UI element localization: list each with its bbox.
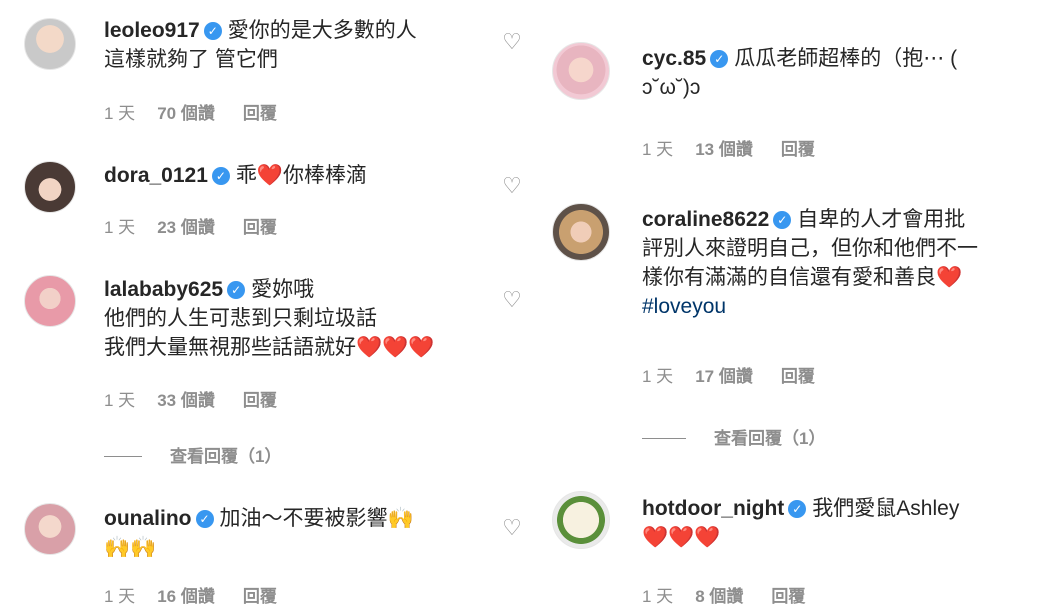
comment-text: 愛妳哦 xyxy=(251,278,315,301)
reply-button[interactable]: 回覆 xyxy=(243,587,277,606)
like-count[interactable]: 13 個讚 xyxy=(695,140,753,159)
like-count[interactable]: 17 個讚 xyxy=(695,367,753,386)
hashtag-link[interactable]: #loveyou xyxy=(642,292,1057,321)
divider xyxy=(104,456,142,457)
like-count[interactable]: 33 個讚 xyxy=(157,391,215,410)
comment-text: 我們愛鼠Ashley xyxy=(812,497,960,520)
comment-text: 我們大量無視那些話語就好❤️❤️❤️ xyxy=(104,336,435,359)
reply-button[interactable]: 回覆 xyxy=(243,104,277,123)
username[interactable]: hotdoor_night xyxy=(642,497,784,520)
username[interactable]: leoleo917 xyxy=(104,19,200,42)
heart-outline-icon[interactable]: ♡ xyxy=(500,288,524,312)
timestamp[interactable]: 1 天 xyxy=(104,104,135,123)
reply-button[interactable]: 回覆 xyxy=(243,391,277,410)
reply-button[interactable]: 回覆 xyxy=(771,587,805,606)
like-count[interactable]: 23 個讚 xyxy=(157,218,215,237)
like-count[interactable]: 70 個讚 xyxy=(157,104,215,123)
comment-meta: 1 天 16 個讚 回覆 xyxy=(104,582,305,607)
heart-outline-icon[interactable]: ♡ xyxy=(500,174,524,198)
comment-text: 乖❤️你棒棒滴 xyxy=(235,164,368,187)
avatar[interactable] xyxy=(552,42,610,100)
comment-text: 評別人來證明自己，但你和他們不一 xyxy=(642,237,978,260)
avatar[interactable] xyxy=(552,491,610,549)
comment-text: ↄ˘ω˘)ↄ xyxy=(642,76,701,99)
reply-button[interactable]: 回覆 xyxy=(781,367,815,386)
comment-meta: 1 天 17 個讚 回覆 xyxy=(642,362,843,387)
like-count[interactable]: 8 個讚 xyxy=(695,587,743,606)
verified-badge-icon: ✓ xyxy=(203,22,222,40)
heart-outline-icon[interactable]: ♡ xyxy=(500,516,524,540)
comment-text: 他們的人生可悲到只剩垃圾話 xyxy=(104,307,377,330)
view-replies-button[interactable]: 查看回覆（1） xyxy=(104,442,281,467)
username[interactable]: lalababy625 xyxy=(104,278,223,301)
view-replies-label[interactable]: 查看回覆（1） xyxy=(714,429,825,448)
username[interactable]: ounalino xyxy=(104,507,192,530)
timestamp[interactable]: 1 天 xyxy=(642,367,673,386)
comment-meta: 1 天 33 個讚 回覆 xyxy=(104,386,305,411)
comment-text: 🙌🙌 xyxy=(104,536,157,559)
username[interactable]: cyc.85 xyxy=(642,47,706,70)
heart-outline-icon[interactable]: ♡ xyxy=(500,30,524,54)
comment-text: 樣你有滿滿的自信還有愛和善良❤️ xyxy=(642,266,963,289)
username[interactable]: coraline8622 xyxy=(642,208,769,231)
view-replies-button[interactable]: 查看回覆（1） xyxy=(642,424,825,449)
comment-text: 自卑的人才會用批 xyxy=(797,208,966,231)
verified-badge-icon: ✓ xyxy=(227,281,246,299)
avatar[interactable] xyxy=(24,18,76,70)
timestamp[interactable]: 1 天 xyxy=(642,140,673,159)
timestamp[interactable]: 1 天 xyxy=(642,587,673,606)
avatar[interactable] xyxy=(24,503,76,555)
timestamp[interactable]: 1 天 xyxy=(104,587,135,606)
comment-text: ❤️❤️❤️ xyxy=(642,526,721,549)
verified-badge-icon: ✓ xyxy=(195,510,214,528)
verified-badge-icon: ✓ xyxy=(211,167,230,185)
comment-text: 愛你的是大多數的人 xyxy=(227,19,417,42)
comment-meta: 1 天 8 個讚 回覆 xyxy=(642,582,833,607)
timestamp[interactable]: 1 天 xyxy=(104,391,135,410)
divider xyxy=(642,438,686,439)
view-replies-label[interactable]: 查看回覆（1） xyxy=(170,447,281,466)
comment-text: 加油～不要被影響🙌 xyxy=(219,507,414,530)
verified-badge-icon: ✓ xyxy=(788,500,807,518)
avatar[interactable] xyxy=(552,203,610,261)
verified-badge-icon: ✓ xyxy=(773,211,792,229)
comment-text: 瓜瓜老師超棒的（抱⋯ ( xyxy=(734,47,958,70)
verified-badge-icon: ✓ xyxy=(710,50,729,68)
comment-meta: 1 天 23 個讚 回覆 xyxy=(104,213,305,238)
avatar[interactable] xyxy=(24,275,76,327)
comment-text: 這樣就夠了 管它們 xyxy=(104,48,278,71)
username[interactable]: dora_0121 xyxy=(104,164,208,187)
comment-meta: 1 天 13 個讚 回覆 xyxy=(642,135,843,160)
reply-button[interactable]: 回覆 xyxy=(243,218,277,237)
avatar[interactable] xyxy=(24,161,76,213)
comment-meta: 1 天 70 個讚 回覆 xyxy=(104,99,305,124)
like-count[interactable]: 16 個讚 xyxy=(157,587,215,606)
reply-button[interactable]: 回覆 xyxy=(781,140,815,159)
timestamp[interactable]: 1 天 xyxy=(104,218,135,237)
